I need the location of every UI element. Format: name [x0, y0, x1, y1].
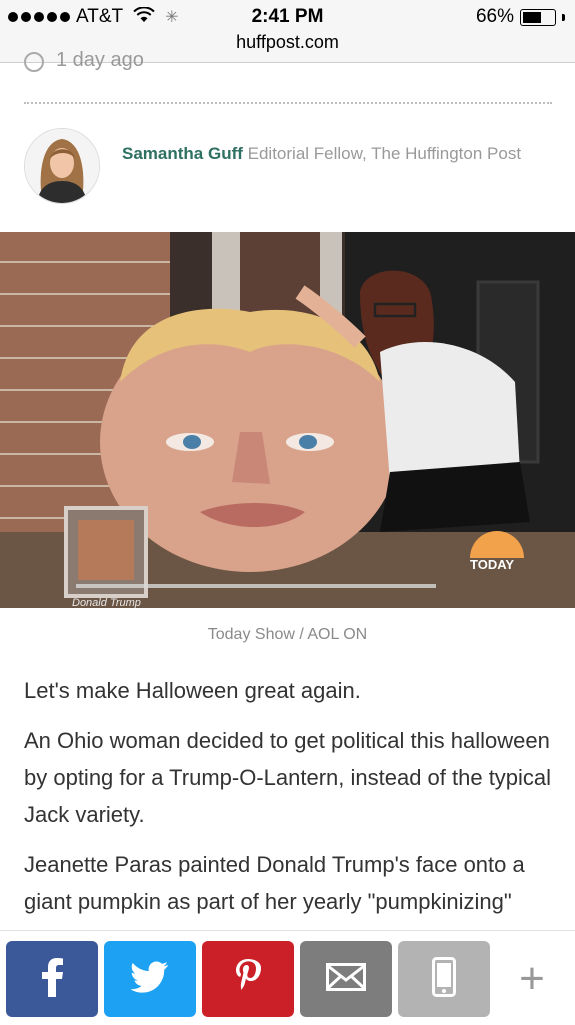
pinterest-share-button[interactable]	[202, 941, 294, 1017]
article-paragraph: Let's make Halloween great again.	[24, 678, 361, 703]
frame-label: Donald Trump	[72, 597, 141, 608]
pinterest-icon	[234, 958, 262, 1001]
email-share-button[interactable]	[300, 941, 392, 1017]
phone-icon	[432, 956, 456, 1002]
article-body: Let's make Halloween great again. An Ohi…	[24, 672, 554, 970]
sms-share-button[interactable]	[398, 941, 490, 1017]
timestamp-text: 1 day ago	[56, 50, 144, 71]
author-role: Editorial Fellow, The Huffington Post	[247, 144, 522, 163]
more-share-button[interactable]: +	[496, 941, 568, 1017]
author-byline: Samantha Guff Editorial Fellow, The Huff…	[24, 128, 552, 204]
divider	[24, 102, 552, 104]
share-bar: +	[0, 930, 575, 1025]
envelope-icon	[326, 962, 366, 996]
tv-logo: TODAY	[470, 557, 514, 572]
twitter-icon	[130, 961, 169, 998]
media-caption: Today Show / AOL ON	[207, 626, 368, 643]
clock-icon	[24, 52, 44, 72]
publish-timestamp: 1 day ago	[24, 50, 144, 72]
battery-icon	[520, 8, 556, 26]
author-name[interactable]: Samantha Guff	[122, 144, 243, 163]
video-player[interactable]: Donald Trump TODAY	[0, 232, 575, 608]
status-right: 66%	[476, 6, 565, 28]
article-paragraph: An Ohio woman decided to get political t…	[24, 728, 552, 827]
author-info: Samantha Guff Editorial Fellow, The Huff…	[122, 140, 542, 168]
author-avatar[interactable]	[24, 128, 100, 204]
facebook-icon	[39, 957, 65, 1002]
plus-icon: +	[519, 954, 545, 1003]
twitter-share-button[interactable]	[104, 941, 196, 1017]
battery-percent: 66%	[475, 6, 514, 27]
facebook-share-button[interactable]	[6, 941, 98, 1017]
